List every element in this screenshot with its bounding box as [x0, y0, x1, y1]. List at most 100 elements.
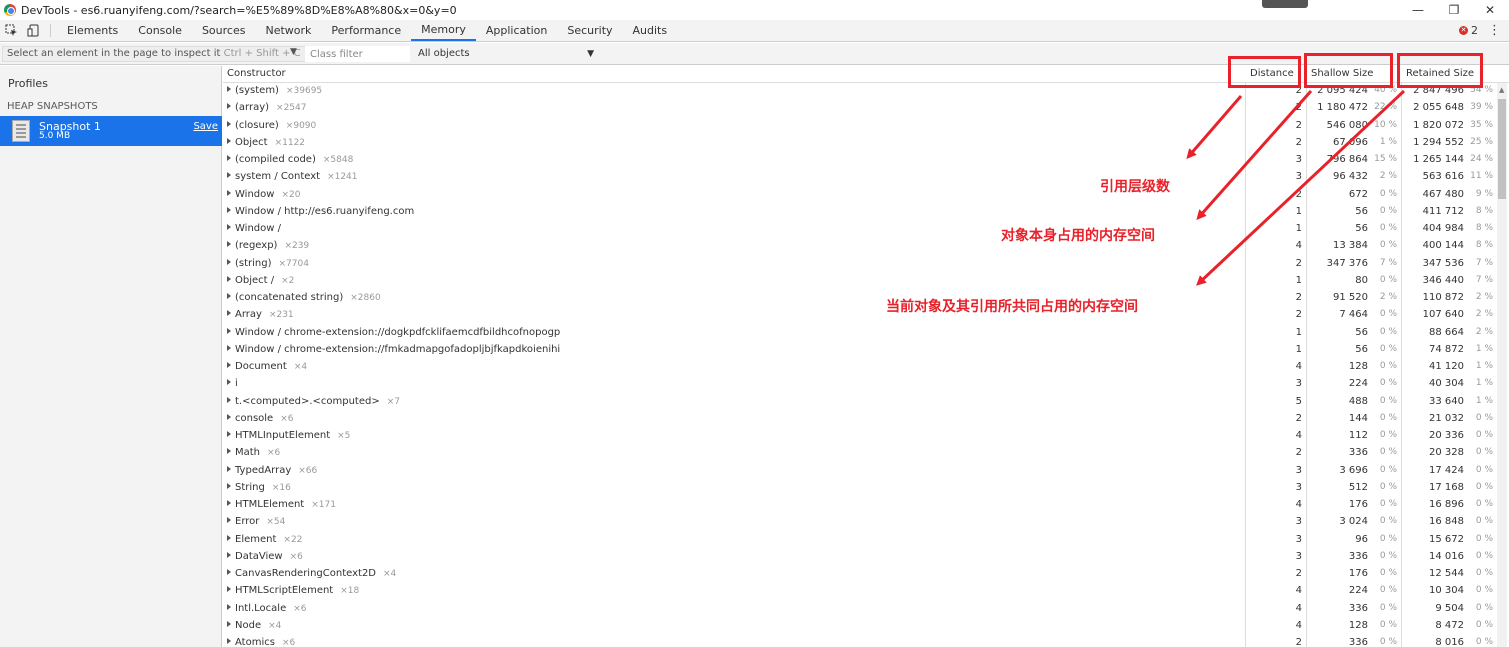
expand-triangle-icon[interactable]	[227, 517, 231, 524]
expand-triangle-icon[interactable]	[227, 603, 231, 610]
minimize-button[interactable]: —	[1401, 0, 1435, 20]
table-row[interactable]: (closure) ×9090 2 546 080 10 % 1 820 072 35 %	[223, 118, 1495, 135]
expand-triangle-icon[interactable]	[227, 362, 231, 368]
save-snapshot-link[interactable]: Save	[193, 121, 218, 132]
table-row[interactable]: HTMLInputElement ×5 4 112 0 % 20 336 0 %	[223, 428, 1495, 445]
scrollbar-thumb[interactable]	[1498, 99, 1506, 199]
table-row[interactable]: (regexp) ×239 4 13 384 0 % 400 144 8 %	[223, 238, 1495, 255]
expand-triangle-icon[interactable]	[227, 569, 231, 575]
expand-triangle-icon[interactable]	[227, 155, 231, 161]
table-row[interactable]: Array ×231 2 7 464 0 % 107 640 2 %	[223, 307, 1495, 324]
expand-triangle-icon[interactable]	[227, 344, 231, 351]
constructor-name: Window / chrome-extension://fmkadmapgofa…	[235, 343, 561, 355]
device-toolbar-icon[interactable]	[22, 20, 44, 41]
more-menu-icon[interactable]: ⋮	[1488, 23, 1501, 38]
scroll-up-icon[interactable]: ▲	[1499, 86, 1504, 94]
expand-triangle-icon[interactable]	[227, 224, 231, 230]
expand-triangle-icon[interactable]	[227, 413, 231, 420]
expand-triangle-icon[interactable]	[227, 327, 231, 334]
expand-triangle-icon[interactable]	[227, 431, 231, 437]
expand-triangle-icon[interactable]	[227, 379, 231, 386]
table-row[interactable]: (string) ×7704 2 347 376 7 % 347 536 7 %	[223, 256, 1495, 273]
table-row[interactable]: Math ×6 2 336 0 % 20 328 0 %	[223, 445, 1495, 462]
constructor-cell: TypedArray ×66	[235, 465, 317, 476]
tab-application[interactable]: Application	[476, 20, 557, 41]
tab-elements[interactable]: Elements	[57, 20, 128, 41]
table-row[interactable]: Intl.Locale ×6 4 336 0 % 9 504 0 %	[223, 601, 1495, 618]
table-row[interactable]: console ×6 2 144 0 % 21 032 0 %	[223, 411, 1495, 428]
table-row[interactable]: Object ×1122 2 67 096 1 % 1 294 552 25 %	[223, 135, 1495, 152]
expand-triangle-icon[interactable]	[227, 310, 231, 317]
distance-cell: 5	[1295, 395, 1302, 407]
maximize-button[interactable]: ❐	[1437, 0, 1471, 20]
expand-triangle-icon[interactable]	[227, 103, 231, 110]
table-row[interactable]: (array) ×2547 2 1 180 472 22 % 2 055 648 39 %	[223, 100, 1495, 117]
table-row[interactable]: DataView ×6 3 336 0 % 14 016 0 %	[223, 549, 1495, 566]
table-row[interactable]: Element ×22 3 96 0 % 15 672 0 %	[223, 532, 1495, 549]
table-row[interactable]: Error ×54 3 3 024 0 % 16 848 0 %	[223, 514, 1495, 531]
expand-triangle-icon[interactable]	[227, 189, 231, 196]
expand-triangle-icon[interactable]	[227, 86, 231, 92]
expand-triangle-icon[interactable]	[227, 172, 231, 179]
expand-triangle-icon[interactable]	[227, 241, 231, 248]
retained-percent-cell: 1 %	[1475, 343, 1493, 354]
window-grip[interactable]	[1262, 0, 1308, 8]
table-row[interactable]: system / Context ×1241 3 96 432 2 % 563 616 11…	[223, 169, 1495, 186]
table-row[interactable]: HTMLScriptElement ×18 4 224 0 % 10 304 0 %	[223, 583, 1495, 600]
tab-memory[interactable]: Memory	[411, 20, 476, 41]
table-row[interactable]: i 3 224 0 % 40 304 1 %	[223, 376, 1495, 393]
table-row[interactable]: Node ×4 4 128 0 % 8 472 0 %	[223, 618, 1495, 635]
expand-triangle-icon[interactable]	[227, 482, 231, 489]
expand-triangle-icon[interactable]	[227, 586, 231, 593]
retained-percent-cell: 2 %	[1475, 309, 1493, 320]
tab-network[interactable]: Network	[255, 20, 321, 41]
table-row[interactable]: Window / chrome-extension://fmkadmapgofa…	[223, 342, 1495, 359]
shallow-percent-cell: 0 %	[1379, 378, 1397, 389]
table-row[interactable]: Window / chrome-extension://dogkpdfcklif…	[223, 325, 1495, 342]
snapshot-item[interactable]: Snapshot 1 5.0 MB Save	[0, 116, 222, 146]
expand-triangle-icon[interactable]	[227, 293, 231, 299]
table-row[interactable]: Window ×20 2 672 0 % 467 480 9 %	[223, 187, 1495, 204]
filter-dropdown-icon[interactable]: ▼	[290, 47, 297, 57]
table-row[interactable]: Document ×4 4 128 0 % 41 120 1 %	[223, 359, 1495, 376]
expand-triangle-icon[interactable]	[227, 258, 231, 265]
grid-scrollbar[interactable]: ▲	[1497, 83, 1507, 647]
expand-triangle-icon[interactable]	[227, 206, 231, 213]
expand-triangle-icon[interactable]	[227, 638, 231, 644]
tab-performance[interactable]: Performance	[321, 20, 411, 41]
table-row[interactable]: t.<computed>.<computed> ×7 5 488 0 % 33 640 1 …	[223, 394, 1495, 411]
tab-sources[interactable]: Sources	[192, 20, 256, 41]
table-row[interactable]: Window / 1 56 0 % 404 984 8 %	[223, 221, 1495, 238]
tab-console[interactable]: Console	[128, 20, 192, 41]
inspect-element-icon[interactable]	[0, 20, 22, 41]
tab-audits[interactable]: Audits	[623, 20, 678, 41]
table-row[interactable]: TypedArray ×66 3 3 696 0 % 17 424 0 %	[223, 463, 1495, 480]
table-row[interactable]: HTMLElement ×171 4 176 0 % 16 896 0 %	[223, 497, 1495, 514]
class-filter-input[interactable]	[305, 46, 410, 62]
error-counter[interactable]: ✕ 2	[1459, 24, 1478, 37]
expand-triangle-icon[interactable]	[227, 120, 231, 127]
table-row[interactable]: Atomics ×6 2 336 0 % 8 016 0 %	[223, 635, 1495, 647]
tab-security[interactable]: Security	[557, 20, 622, 41]
constructor-column-header[interactable]: Constructor	[227, 68, 286, 79]
table-row[interactable]: (concatenated string) ×2860 2 91 520 2 % 110 …	[223, 290, 1495, 307]
table-row[interactable]: Object / ×2 1 80 0 % 346 440 7 %	[223, 273, 1495, 290]
table-row[interactable]: Window / http://es6.ruanyifeng.com 1 56 0 %…	[223, 204, 1495, 221]
expand-triangle-icon[interactable]	[227, 500, 231, 506]
expand-triangle-icon[interactable]	[227, 396, 231, 403]
table-row[interactable]: String ×16 3 512 0 % 17 168 0 %	[223, 480, 1495, 497]
expand-triangle-icon[interactable]	[227, 137, 231, 144]
expand-triangle-icon[interactable]	[227, 551, 231, 558]
table-row[interactable]: CanvasRenderingContext2D ×4 2 176 0 % 12 544 0…	[223, 566, 1495, 583]
expand-triangle-icon[interactable]	[227, 448, 231, 455]
expand-triangle-icon[interactable]	[227, 465, 231, 472]
expand-triangle-icon[interactable]	[227, 620, 231, 627]
expand-triangle-icon[interactable]	[227, 275, 231, 282]
expand-triangle-icon[interactable]	[227, 534, 231, 541]
constructor-cell: HTMLScriptElement ×18	[235, 585, 359, 596]
table-row[interactable]: (compiled code) ×5848 3 796 864 15 % 1 265 14…	[223, 152, 1495, 169]
close-window-button[interactable]: ✕	[1473, 0, 1507, 20]
constructor-name: Math	[235, 447, 261, 459]
objects-select[interactable]: All objects ▼	[414, 46, 596, 62]
shallow-size-cell: 796 864	[1326, 154, 1368, 165]
